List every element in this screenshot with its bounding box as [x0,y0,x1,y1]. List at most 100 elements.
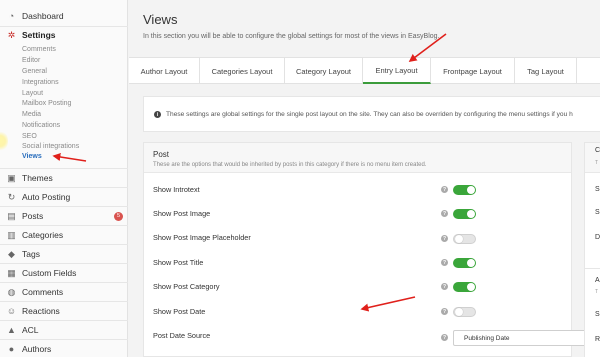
sidebar-item-comments[interactable]: ◍ Comments [0,283,128,301]
share-icon: ↻ [7,191,16,202]
comments-icon: ◍ [7,286,16,297]
sidebar-item-label: Authors [22,344,52,354]
sidebar-item-label: Themes [22,173,53,183]
custom-fields-icon: ▦ [7,267,16,278]
tab-tag-layout[interactable]: Tag Layout [515,58,577,84]
setting-label: Show Post Image [153,209,211,218]
sidebar-item-custom-fields[interactable]: ▦ Custom Fields [0,264,128,282]
sidebar-item-posts[interactable]: ▤ Posts 5 [0,207,128,225]
sidebar-item-label: Settings [22,30,56,40]
settings-sub-media[interactable]: Media [22,111,41,118]
settings-sub-views[interactable]: Views [22,153,42,160]
panel-subtitle: These are the options that would be inhe… [153,162,427,168]
panel-header: Post These are the options that would be… [144,143,571,173]
help-icon[interactable]: ? [441,210,448,217]
help-icon[interactable]: ? [441,283,448,290]
categories-icon: ▥ [7,229,16,240]
tertiary-panel-subtitle: T [595,289,599,295]
setting-label: Show Introtext [153,185,200,194]
sidebar-item-categories[interactable]: ▥ Categories [0,226,128,244]
setting-label: Show Post Image Placeholder [153,233,251,242]
sidebar-item-acl[interactable]: ▲ ACL [0,321,128,339]
tab-category-layout[interactable]: Category Layout [285,58,363,84]
cursor-highlight [0,130,8,152]
secondary-row-label: S [595,186,600,193]
sidebar: ◔ Dashboard ✲ Settings Comments Editor G… [0,0,128,357]
sidebar-item-tags[interactable]: ◆ Tags [0,245,128,263]
sidebar-item-label: Categories [22,230,64,240]
setting-label: Post Date Source [153,331,211,340]
info-icon: i [154,111,161,118]
secondary-panel-subtitle: T [595,160,599,166]
tag-icon: ◆ [8,248,15,259]
toggle-show-post-date[interactable] [453,307,476,317]
select-value: Publishing Date [464,334,510,342]
settings-sub-comments[interactable]: Comments [22,46,56,53]
toggle-show-post-category[interactable] [453,282,476,292]
sidebar-item-label: Comments [22,287,64,297]
post-date-source-select[interactable]: Publishing Date ⌄ [453,330,600,346]
dashboard-icon: ◔ [8,11,15,21]
settings-sub-notifications[interactable]: Notifications [22,122,60,129]
help-icon[interactable]: ? [441,308,448,315]
settings-sub-social-integrations[interactable]: Social integrations [22,143,79,150]
toggle-show-post-title[interactable] [453,258,476,268]
sidebar-item-dashboard[interactable]: ◔ Dashboard [0,7,128,25]
main-content: Views In this section you will be able t… [129,0,600,357]
tertiary-row-label: R [595,336,600,343]
secondary-panel-title: C [595,147,600,154]
sidebar-item-settings[interactable]: ✲ Settings [0,26,128,44]
tab-categories-layout[interactable]: Categories Layout [200,58,285,84]
settings-sub-general[interactable]: General [22,68,47,75]
layout-tabs: Author Layout Categories Layout Category… [129,57,600,84]
user-icon: ● [8,344,15,354]
info-text: These settings are global settings for t… [166,111,573,118]
page-description: In this section you will be able to conf… [143,33,440,40]
secondary-panel-header: C T [585,143,600,173]
gear-icon: ✲ [7,29,16,40]
toggle-show-post-image-placeholder[interactable] [453,234,476,244]
sidebar-item-auto-posting[interactable]: ↻ Auto Posting [0,188,128,206]
help-icon[interactable]: ? [441,186,448,193]
themes-icon: ▣ [7,172,16,183]
help-icon[interactable]: ? [441,235,448,242]
page-title: Views [143,12,178,27]
sidebar-item-label: Tags [22,249,40,259]
reactions-icon: ☺ [6,306,17,316]
sidebar-item-reactions[interactable]: ☺ Reactions [0,302,128,320]
toggle-show-post-image[interactable] [453,209,476,219]
tertiary-panel-title: A [595,277,600,284]
sidebar-item-label: Auto Posting [22,192,71,202]
setting-label: Show Post Title [153,258,204,267]
toggle-show-introtext[interactable] [453,185,476,195]
tab-entry-layout[interactable]: Entry Layout [363,58,431,84]
settings-sub-mailbox-posting[interactable]: Mailbox Posting [22,100,71,107]
panel-title: Post [153,150,170,159]
lock-icon: ▲ [7,325,16,335]
posts-icon: ▤ [7,210,16,221]
settings-sub-layout[interactable]: Layout [22,90,43,97]
info-notice: i These settings are global settings for… [143,96,600,132]
secondary-row-label: S [595,209,600,216]
setting-label: Show Post Date [153,307,206,316]
tab-frontpage-layout[interactable]: Frontpage Layout [431,58,515,84]
sidebar-item-label: Reactions [22,306,60,316]
settings-sub-integrations[interactable]: Integrations [22,79,59,86]
help-icon[interactable]: ? [441,259,448,266]
tertiary-panel: A T S R [584,268,600,357]
setting-label: Show Post Category [153,282,220,291]
sidebar-item-label: Custom Fields [22,268,77,278]
sidebar-item-label: ACL [22,325,39,335]
settings-sub-seo[interactable]: SEO [22,133,37,140]
secondary-row-label: D [595,234,600,241]
posts-count-badge: 5 [114,211,123,221]
sidebar-item-label: Dashboard [22,11,64,21]
settings-sub-editor[interactable]: Editor [22,57,40,64]
tertiary-row-label: S [595,311,600,318]
sidebar-item-themes[interactable]: ▣ Themes [0,169,128,187]
tab-author-layout[interactable]: Author Layout [129,58,200,84]
help-icon[interactable]: ? [441,334,448,341]
sidebar-item-authors[interactable]: ● Authors [0,340,128,357]
sidebar-item-label: Posts [22,211,44,221]
post-settings-panel: Post These are the options that would be… [143,142,600,357]
